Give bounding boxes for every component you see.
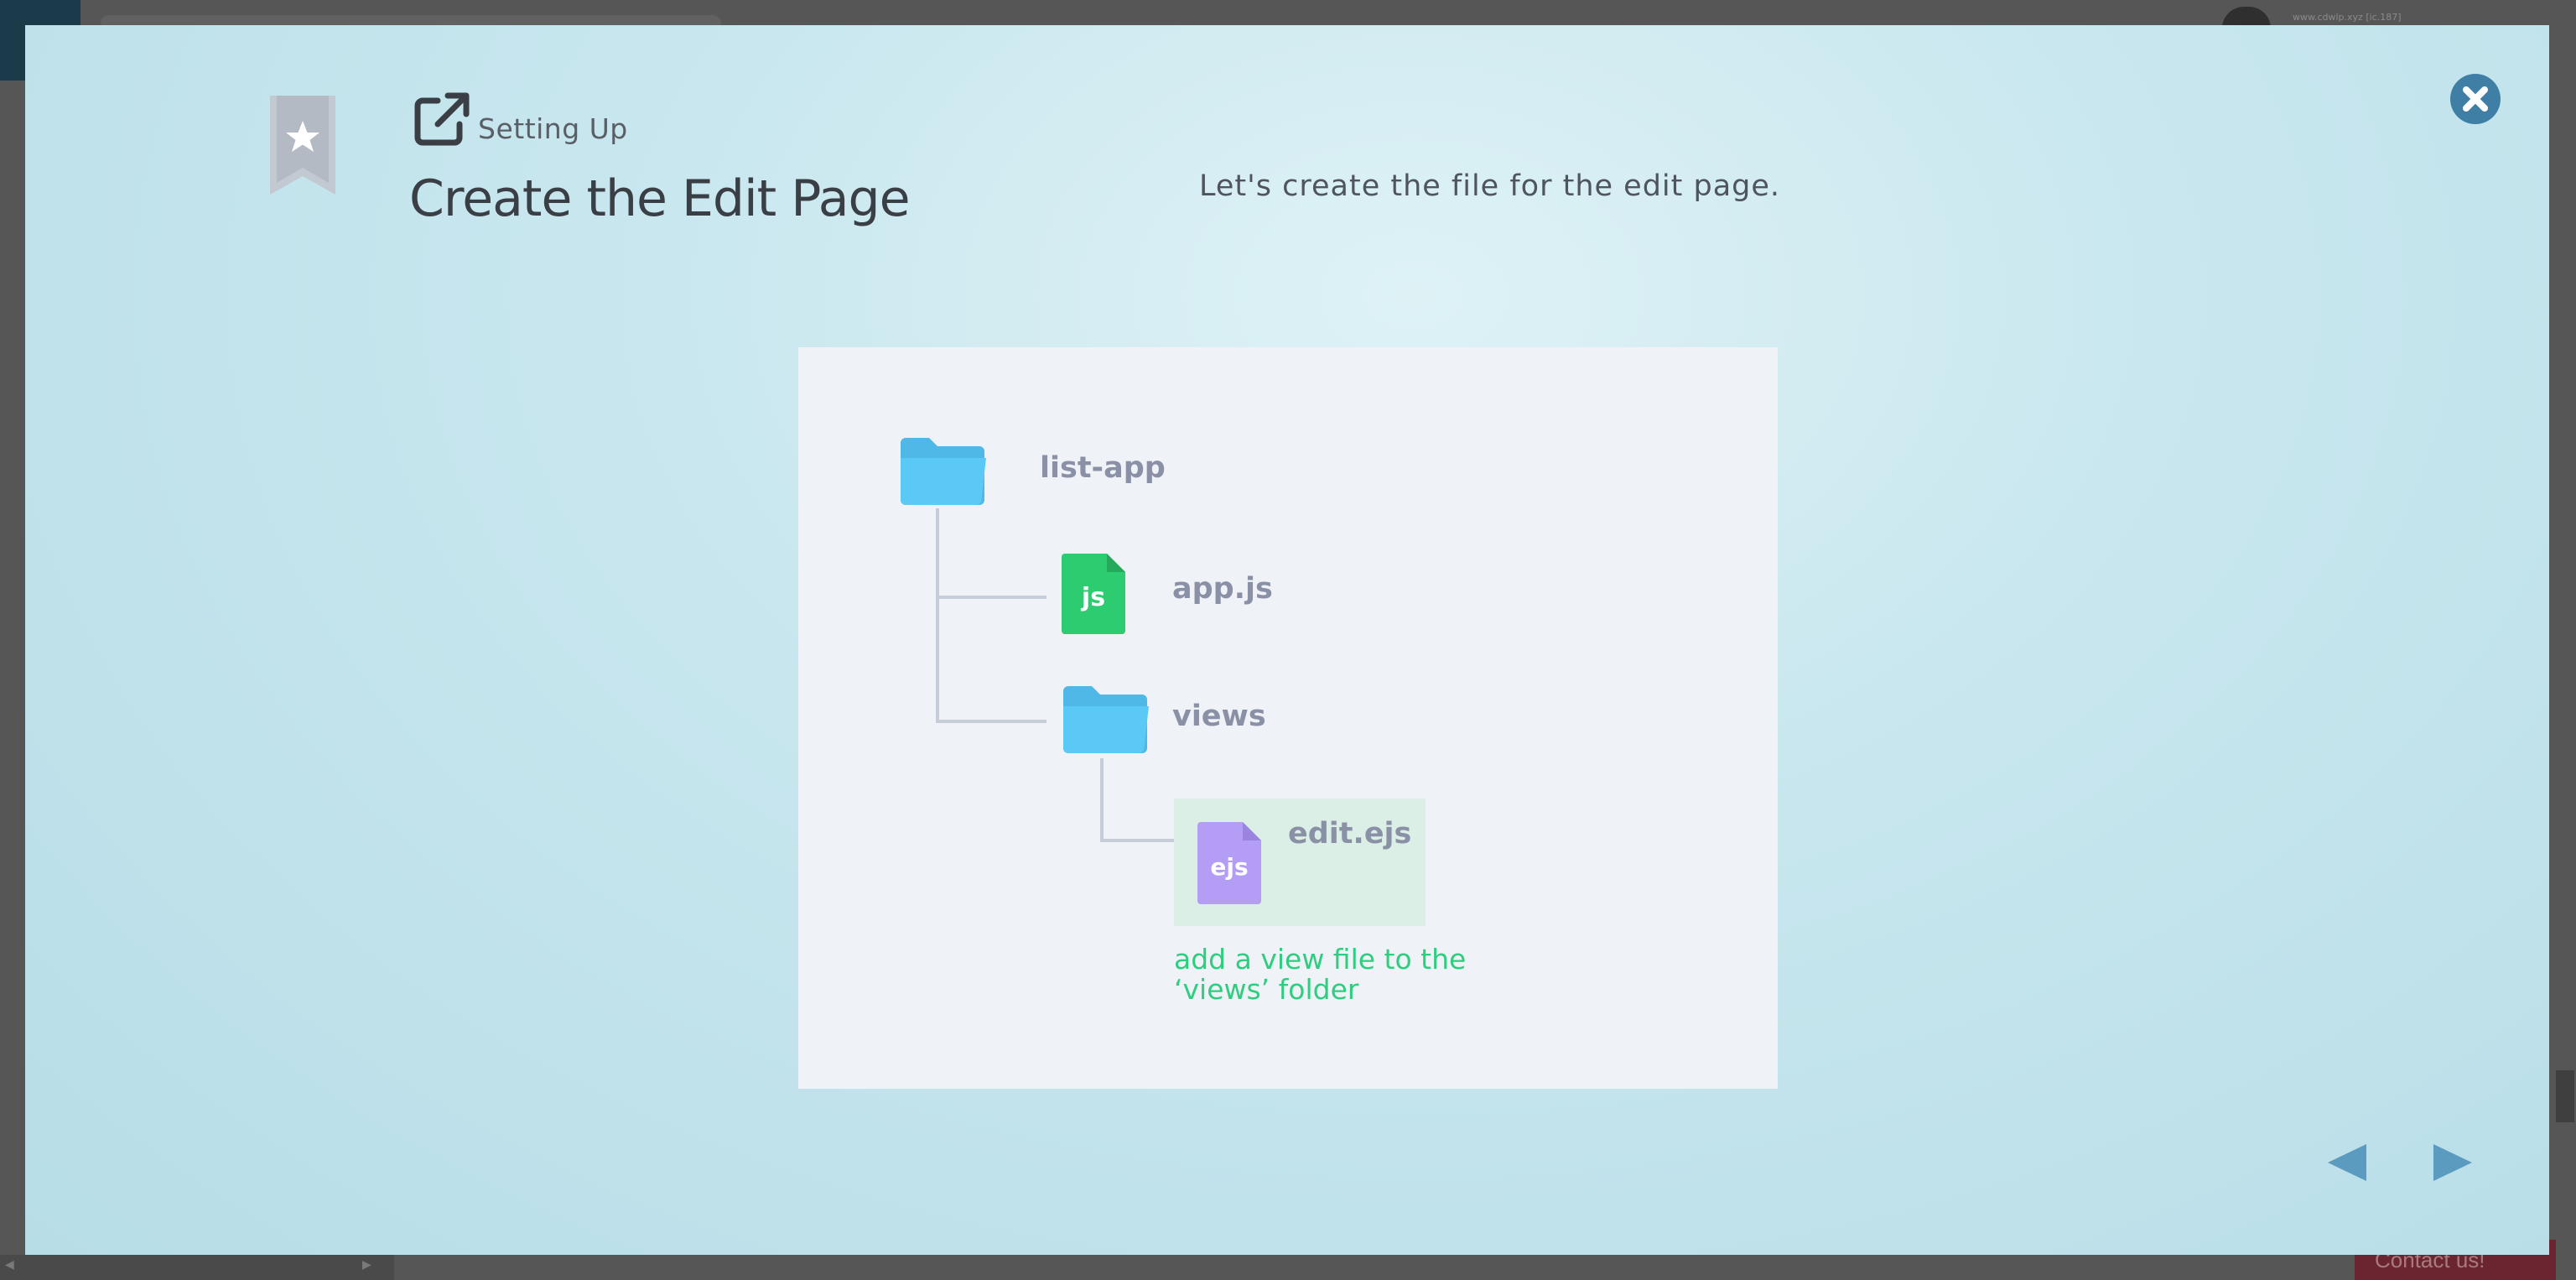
scroll-left-icon[interactable]: ◀ <box>5 1258 14 1272</box>
js-file-label: app.js <box>1172 572 1273 606</box>
views-folder-label: views <box>1172 700 1266 733</box>
annotation-note: add a view file to the ‘views’ folder <box>1174 944 1526 1005</box>
annotation-line-1: add a view file to the <box>1174 943 1467 976</box>
user-info-text: www.cdwlp.xyz [ic.187] <box>2293 12 2402 23</box>
root-folder-label: list-app <box>1040 451 1166 485</box>
horizontal-scrollbar[interactable]: ◀ ▶ <box>0 1255 394 1280</box>
scroll-right-icon[interactable]: ▶ <box>362 1258 371 1272</box>
external-link-icon <box>414 92 470 146</box>
slide-modal: Setting Up Create the Edit Page Let's cr… <box>25 25 2549 1255</box>
js-file-icon: js <box>1062 554 1125 634</box>
previous-slide-button[interactable] <box>2324 1141 2375 1184</box>
file-tree-illustration: list-app js app.js views ejs edit.ejs ad… <box>798 347 1778 1089</box>
vertical-scrollbar-thumb[interactable] <box>2556 1070 2574 1122</box>
triangle-left-icon[interactable] <box>2328 1144 2366 1181</box>
next-slide-button[interactable] <box>2425 1141 2475 1184</box>
close-button[interactable] <box>2449 72 2502 126</box>
section-label: Setting Up <box>478 112 628 145</box>
ejs-file-label: edit.ejs <box>1288 817 1412 851</box>
annotation-line-2: ‘views’ folder <box>1174 973 1359 1006</box>
folder-icon <box>1063 686 1149 754</box>
folder-icon <box>901 438 986 506</box>
page-title: Create the Edit Page <box>409 169 910 228</box>
ejs-file-icon: ejs <box>1197 822 1261 904</box>
ejs-badge-text: ejs <box>1210 853 1248 881</box>
js-badge-text: js <box>1081 583 1105 612</box>
triangle-right-icon[interactable] <box>2433 1144 2472 1181</box>
slide-description: Let's create the file for the edit page. <box>1199 169 1781 203</box>
bookmark-star-icon[interactable] <box>267 96 339 196</box>
